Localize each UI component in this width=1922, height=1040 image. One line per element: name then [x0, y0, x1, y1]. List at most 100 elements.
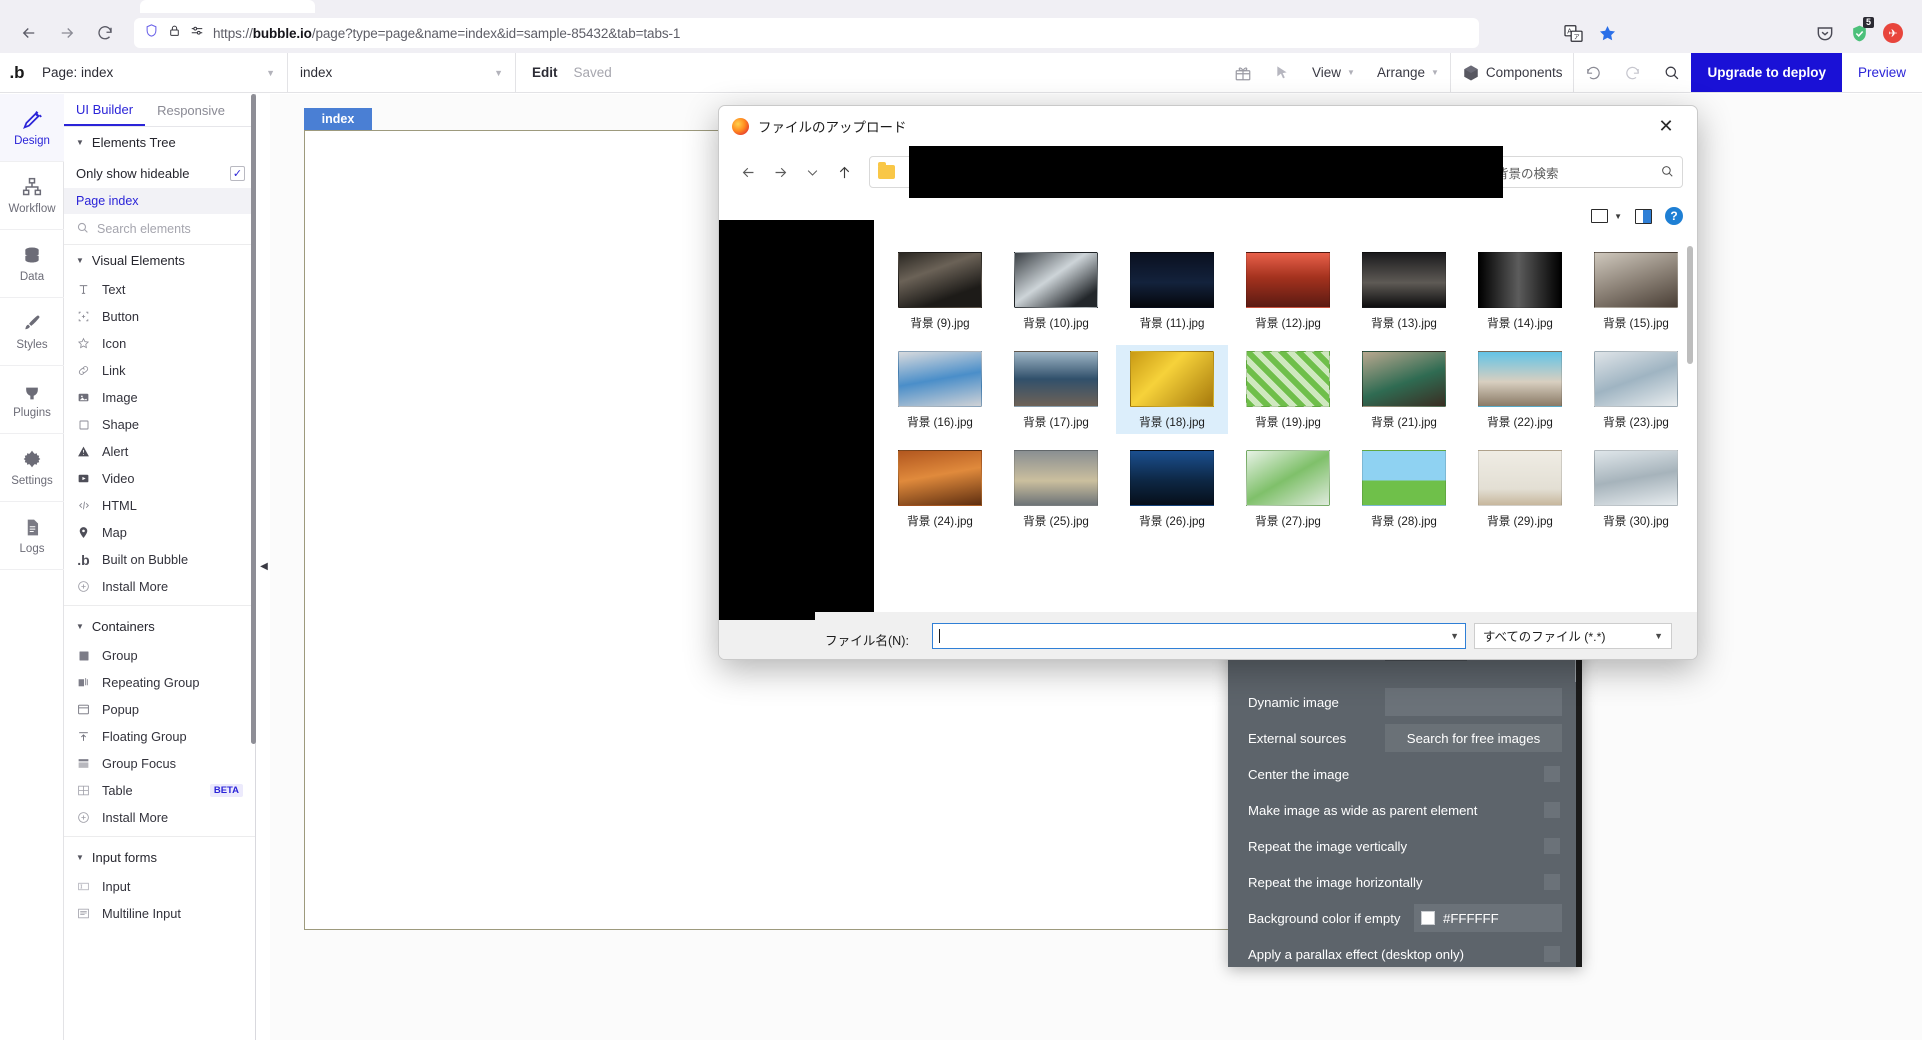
element-repeating-group[interactable]: Repeating Group [64, 669, 255, 696]
back-arrow-icon[interactable] [733, 157, 763, 187]
page-index-item[interactable]: Page index [64, 188, 255, 214]
file-tile[interactable]: 背景 (19).jpg [1232, 345, 1344, 434]
file-tile[interactable]: 背景 (29).jpg [1464, 444, 1576, 533]
file-tile[interactable]: 背景 (26).jpg [1116, 444, 1228, 533]
tab-selector[interactable]: index ▼ [288, 53, 516, 92]
account-avatar-icon[interactable]: ✈ [1878, 18, 1908, 48]
element-install-more-containers[interactable]: Install More [64, 804, 255, 831]
browser-tab[interactable] [140, 0, 315, 13]
components-button[interactable]: Components [1451, 53, 1574, 92]
make-image-as-wide-checkbox[interactable] [1544, 802, 1560, 818]
panel-scrollbar[interactable] [251, 94, 256, 744]
file-tile[interactable]: 背景 (11).jpg [1116, 246, 1228, 335]
group-header-input-forms[interactable]: ▼ Input forms [64, 842, 255, 873]
filename-input[interactable]: ▼ [932, 623, 1466, 649]
elements-tree-header[interactable]: ▼ Elements Tree [64, 127, 255, 158]
chevron-down-icon[interactable]: ▼ [1450, 631, 1459, 641]
dynamic-image-field[interactable] [1385, 688, 1562, 716]
rail-item-data[interactable]: Data [0, 230, 64, 298]
file-tile[interactable]: 背景 (13).jpg [1348, 246, 1460, 335]
file-tile[interactable]: 背景 (30).jpg [1580, 444, 1692, 533]
back-arrow-icon[interactable] [12, 18, 46, 48]
center-the-image-checkbox[interactable] [1544, 766, 1560, 782]
rail-item-styles[interactable]: Styles [0, 298, 64, 366]
search-elements-row[interactable]: Search elements [64, 214, 255, 245]
file-grid-scrollbar[interactable] [1687, 246, 1693, 364]
close-icon[interactable]: ✕ [1645, 107, 1687, 145]
element-group-focus[interactable]: Group Focus [64, 750, 255, 777]
group-header-containers[interactable]: ▼ Containers [64, 611, 255, 642]
forward-arrow-icon[interactable] [50, 18, 84, 48]
undo-icon[interactable] [1574, 53, 1613, 92]
rail-item-design[interactable]: Design [0, 94, 64, 162]
forward-arrow-icon[interactable] [765, 157, 795, 187]
only-show-hideable-row[interactable]: Only show hideable ✓ [64, 158, 255, 188]
element-multiline-input[interactable]: Multiline Input [64, 900, 255, 927]
element-html[interactable]: HTML [64, 492, 255, 519]
file-tile[interactable]: 背景 (15).jpg [1580, 246, 1692, 335]
preview-button[interactable]: Preview [1842, 53, 1922, 92]
file-grid[interactable]: 背景 (9).jpg 背景 (10).jpg 背景 (11).jpg 背景 (12).… [872, 234, 1697, 612]
file-type-filter[interactable]: すべてのファイル (*.*) ▼ [1474, 623, 1672, 649]
element-group[interactable]: Group [64, 642, 255, 669]
element-install-more-visual[interactable]: Install More [64, 573, 255, 600]
help-icon[interactable]: ? [1665, 207, 1683, 225]
file-tile[interactable]: 背景 (16).jpg [884, 345, 996, 434]
file-tile[interactable]: 背景 (12).jpg [1232, 246, 1344, 335]
reload-icon[interactable] [88, 18, 122, 48]
redo-icon[interactable] [1613, 53, 1652, 92]
file-tile[interactable]: 背景 (17).jpg [1000, 345, 1112, 434]
search-icon[interactable] [1652, 53, 1691, 92]
page-selector[interactable]: Page: index ▼ [30, 53, 288, 92]
rail-item-workflow[interactable]: Workflow [0, 162, 64, 230]
element-link[interactable]: Link [64, 357, 255, 384]
view-menu[interactable]: View ▼ [1301, 53, 1366, 92]
star-bookmark-icon[interactable] [1592, 18, 1622, 48]
element-built-on-bubble[interactable]: .b Built on Bubble [64, 546, 255, 573]
extension-shield-icon[interactable]: 5 [1844, 17, 1874, 48]
repeat-vertically-checkbox[interactable] [1544, 838, 1560, 854]
upgrade-to-deploy-button[interactable]: Upgrade to deploy [1691, 53, 1842, 92]
file-tile[interactable]: 背景 (27).jpg [1232, 444, 1344, 533]
search-for-free-images-button[interactable]: Search for free images [1385, 724, 1562, 752]
view-options-icon[interactable]: ▼ [1591, 209, 1622, 223]
element-shape[interactable]: Shape [64, 411, 255, 438]
element-image[interactable]: Image [64, 384, 255, 411]
dialog-search-input[interactable]: 背景の検索 [1487, 156, 1683, 188]
rail-item-logs[interactable]: Logs [0, 502, 64, 570]
element-button[interactable]: Button [64, 303, 255, 330]
element-alert[interactable]: Alert [64, 438, 255, 465]
repeat-horizontally-checkbox[interactable] [1544, 874, 1560, 890]
shield-icon[interactable] [144, 23, 159, 43]
element-map[interactable]: Map [64, 519, 255, 546]
only-show-hideable-checkbox[interactable]: ✓ [230, 165, 245, 181]
parallax-checkbox[interactable] [1544, 946, 1560, 962]
rail-item-settings[interactable]: Settings [0, 434, 64, 502]
element-table[interactable]: Table BETA [64, 777, 255, 804]
element-popup[interactable]: Popup [64, 696, 255, 723]
file-tile[interactable]: 背景 (25).jpg [1000, 444, 1112, 533]
tab-ui-builder[interactable]: UI Builder [64, 94, 146, 126]
file-tile[interactable]: 背景 (9).jpg [884, 246, 996, 335]
file-tile[interactable]: 背景 (18).jpg [1116, 345, 1228, 434]
edit-label[interactable]: Edit [532, 65, 558, 80]
up-arrow-icon[interactable] [829, 157, 859, 187]
background-color-field[interactable]: #FFFFFF [1414, 904, 1562, 932]
permissions-icon[interactable] [190, 24, 204, 43]
gift-icon[interactable] [1223, 53, 1263, 92]
group-header-visual-elements[interactable]: ▼ Visual Elements [64, 245, 255, 276]
element-video[interactable]: Video [64, 465, 255, 492]
file-tile[interactable]: 背景 (14).jpg [1464, 246, 1576, 335]
file-tile[interactable]: 背景 (21).jpg [1348, 345, 1460, 434]
file-tile[interactable]: 背景 (24).jpg [884, 444, 996, 533]
element-text[interactable]: Text [64, 276, 255, 303]
url-bar[interactable]: https://bubble.io/page?type=page&name=in… [134, 18, 1479, 48]
file-tile[interactable]: 背景 (28).jpg [1348, 444, 1460, 533]
pointer-icon[interactable] [1263, 53, 1301, 92]
element-input[interactable]: Input [64, 873, 255, 900]
preview-pane-icon[interactable] [1635, 208, 1652, 224]
tab-responsive[interactable]: Responsive [145, 94, 237, 126]
recent-locations-icon[interactable] [797, 157, 827, 187]
element-floating-group[interactable]: Floating Group [64, 723, 255, 750]
file-tile[interactable]: 背景 (10).jpg [1000, 246, 1112, 335]
